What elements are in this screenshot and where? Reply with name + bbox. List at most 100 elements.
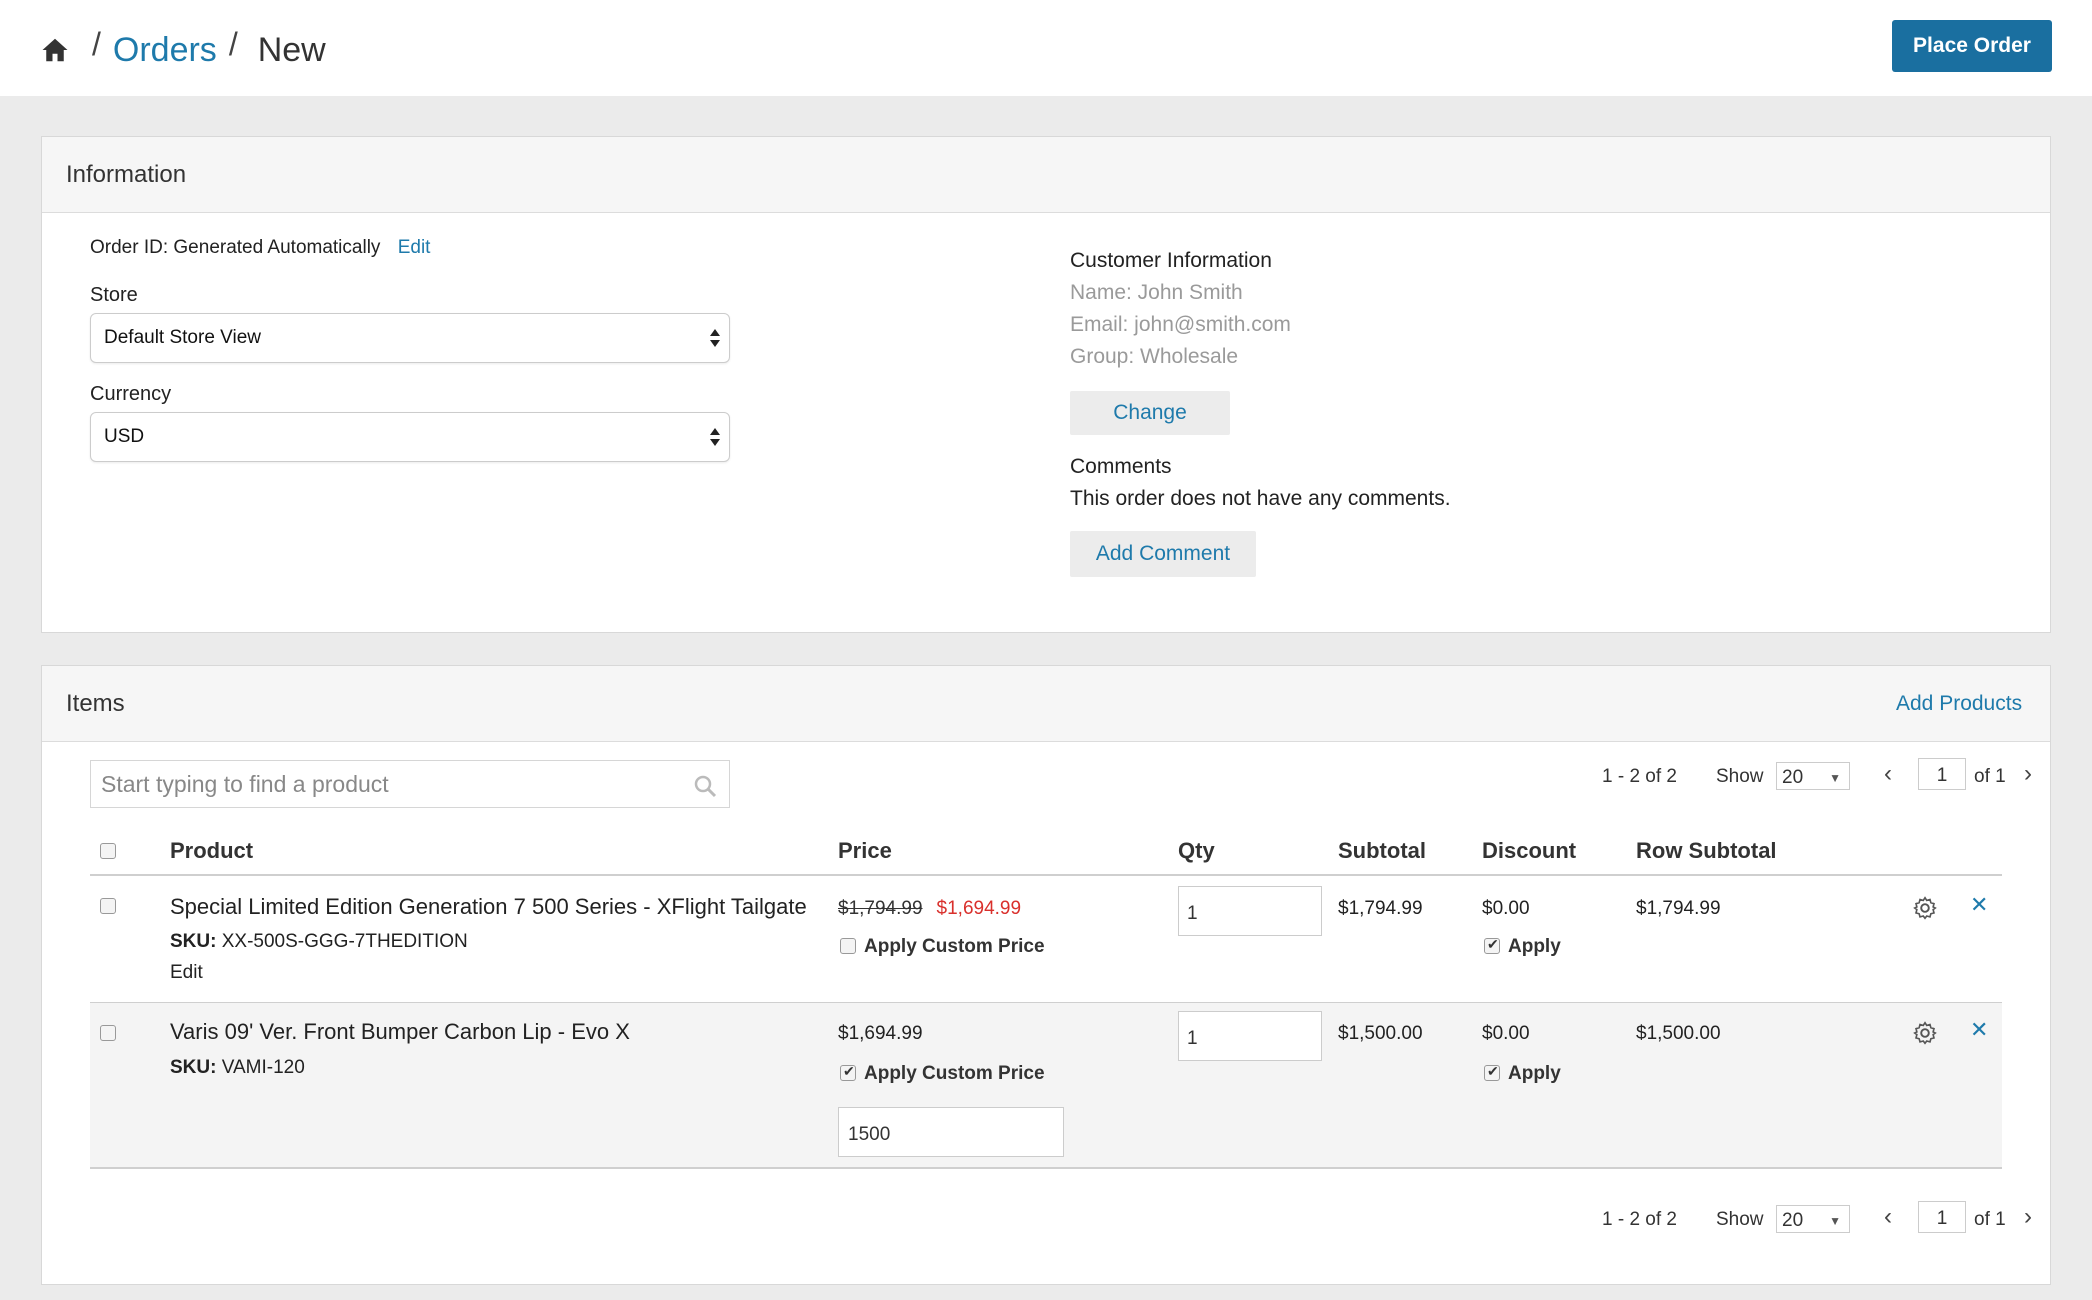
apply-discount-label: Apply (1508, 1063, 1561, 1084)
comments-text: This order does not have any comments. (1070, 487, 1451, 510)
product-search-input[interactable]: Start typing to find a product (90, 760, 730, 808)
breadcrumb-orders-link[interactable]: Orders (113, 31, 217, 70)
customer-name: Name: John Smith (1070, 281, 1243, 304)
items-title: Items (42, 666, 2050, 742)
col-product: Product (170, 838, 254, 863)
information-panel: Information Order ID: Generated Automati… (41, 136, 2051, 633)
home-icon[interactable] (40, 35, 70, 65)
breadcrumb-separator: / (228, 25, 238, 62)
row-subtotal-value: $1,500.00 (1636, 1023, 1721, 1044)
col-price: Price (838, 838, 892, 863)
store-select[interactable]: Default Store View (90, 313, 730, 363)
select-all-checkbox[interactable] (100, 843, 116, 859)
search-placeholder: Start typing to find a product (101, 770, 389, 797)
price-cell: $1,794.99 $1,694.99 (838, 898, 1021, 920)
product-name: Varis 09' Ver. Front Bumper Carbon Lip -… (170, 1019, 630, 1044)
top-bar: / Orders / New Place Order (0, 0, 2092, 96)
breadcrumb-current: New (257, 30, 326, 69)
sku-label: SKU: (170, 931, 217, 952)
gear-icon[interactable] (1912, 895, 1938, 921)
table-row: Special Limited Edition Generation 7 500… (90, 876, 2002, 1003)
pager-top: 1 - 2 of 2 Show 20 ▼ ‹ 1 of 1 › (1562, 758, 2042, 792)
search-icon (694, 775, 717, 798)
apply-custom-price-label: Apply Custom Price (864, 1063, 1045, 1084)
gear-icon[interactable] (1912, 1020, 1938, 1046)
next-page-icon[interactable]: › (2024, 1203, 2032, 1231)
table-header: Product Price Qty Subtotal Discount Row … (90, 826, 2002, 876)
breadcrumb: / Orders / New (40, 22, 326, 78)
customer-group: Group: Wholesale (1070, 345, 1239, 368)
order-id-edit-link[interactable]: Edit (398, 237, 431, 258)
select-arrows-icon (710, 428, 720, 446)
apply-custom-price-label: Apply Custom Price (864, 936, 1045, 957)
pager-of-label: of 1 (1974, 1209, 2006, 1230)
comments-title: Comments (1070, 455, 1172, 478)
items-panel: Items Add Products Start typing to find … (41, 665, 2051, 1285)
apply-discount-checkbox[interactable] (1484, 936, 1500, 954)
change-customer-button[interactable]: Change (1070, 391, 1230, 435)
information-title: Information (42, 137, 2050, 213)
row-checkbox[interactable] (100, 1025, 116, 1041)
custom-price-input[interactable]: 1500 (838, 1107, 1064, 1157)
subtotal-value: $1,500.00 (1338, 1023, 1423, 1044)
apply-custom-price-checkbox[interactable] (840, 1063, 856, 1081)
remove-item-icon[interactable]: ✕ (1970, 1017, 1988, 1043)
pager-count: 1 - 2 of 2 (1602, 1209, 1677, 1230)
page-number-input[interactable]: 1 (1918, 1201, 1966, 1233)
remove-item-icon[interactable]: ✕ (1970, 892, 1988, 918)
sale-price: $1,694.99 (936, 898, 1022, 919)
page-size-select[interactable]: 20 ▼ (1776, 762, 1850, 790)
row-checkbox[interactable] (100, 898, 116, 914)
pager-show-label: Show (1716, 766, 1764, 787)
product-edit-link[interactable]: Edit (170, 962, 203, 984)
discount-value: $0.00 (1482, 898, 1530, 919)
subtotal-value: $1,794.99 (1338, 898, 1423, 919)
add-comment-button[interactable]: Add Comment (1070, 531, 1256, 577)
store-select-value: Default Store View (104, 327, 262, 348)
order-id-text: Order ID: Generated Automatically (90, 237, 381, 258)
product-sku: SKU: VAMI-120 (170, 1057, 305, 1079)
customer-info-title: Customer Information (1070, 249, 1272, 272)
original-price: $1,794.99 (838, 898, 923, 919)
pager-count: 1 - 2 of 2 (1602, 766, 1677, 787)
currency-select-value: USD (104, 426, 145, 447)
sku-value: VAMI-120 (221, 1057, 305, 1078)
price-value: $1,694.99 (838, 1023, 923, 1044)
dropdown-arrow-icon: ▼ (1829, 1214, 1841, 1228)
pager-of-label: of 1 (1974, 766, 2006, 787)
product-name: Special Limited Edition Generation 7 500… (170, 894, 807, 919)
qty-input[interactable]: 1 (1178, 886, 1322, 936)
sku-label: SKU: (170, 1057, 217, 1078)
table-row: Varis 09' Ver. Front Bumper Carbon Lip -… (90, 1003, 2002, 1169)
next-page-icon[interactable]: › (2024, 760, 2032, 788)
items-title-text: Items (66, 689, 125, 717)
prev-page-icon[interactable]: ‹ (1884, 760, 1892, 788)
product-sku: SKU: XX-500S-GGG-7THEDITION (170, 931, 468, 953)
qty-input[interactable]: 1 (1178, 1011, 1322, 1061)
pager-show-label: Show (1716, 1209, 1764, 1230)
row-subtotal-value: $1,794.99 (1636, 898, 1721, 919)
dropdown-arrow-icon: ▼ (1829, 771, 1841, 785)
customer-email: Email: john@smith.com (1070, 313, 1291, 336)
currency-label: Currency (90, 383, 172, 405)
col-subtotal: Subtotal (1338, 838, 1426, 863)
page-size-select[interactable]: 20 ▼ (1776, 1205, 1850, 1233)
order-id-row: Order ID: Generated Automatically Edit (90, 237, 430, 259)
col-discount: Discount (1482, 838, 1577, 863)
sku-value: XX-500S-GGG-7THEDITION (221, 931, 468, 952)
add-products-link[interactable]: Add Products (1896, 692, 2022, 716)
page-number-input[interactable]: 1 (1918, 758, 1966, 790)
place-order-button[interactable]: Place Order (1892, 20, 2052, 72)
prev-page-icon[interactable]: ‹ (1884, 1203, 1892, 1231)
select-arrows-icon (710, 329, 720, 347)
col-row-subtotal: Row Subtotal (1636, 838, 1777, 863)
breadcrumb-separator: / (92, 25, 101, 62)
currency-select[interactable]: USD (90, 412, 730, 462)
apply-discount-checkbox[interactable] (1484, 1063, 1500, 1081)
pager-bottom: 1 - 2 of 2 Show 20 ▼ ‹ 1 of 1 › (1562, 1201, 2042, 1235)
apply-custom-price-checkbox[interactable] (840, 938, 856, 954)
page-size-value: 20 (1782, 767, 1804, 788)
store-label: Store (90, 284, 138, 306)
col-qty: Qty (1178, 838, 1215, 863)
discount-value: $0.00 (1482, 1023, 1530, 1044)
